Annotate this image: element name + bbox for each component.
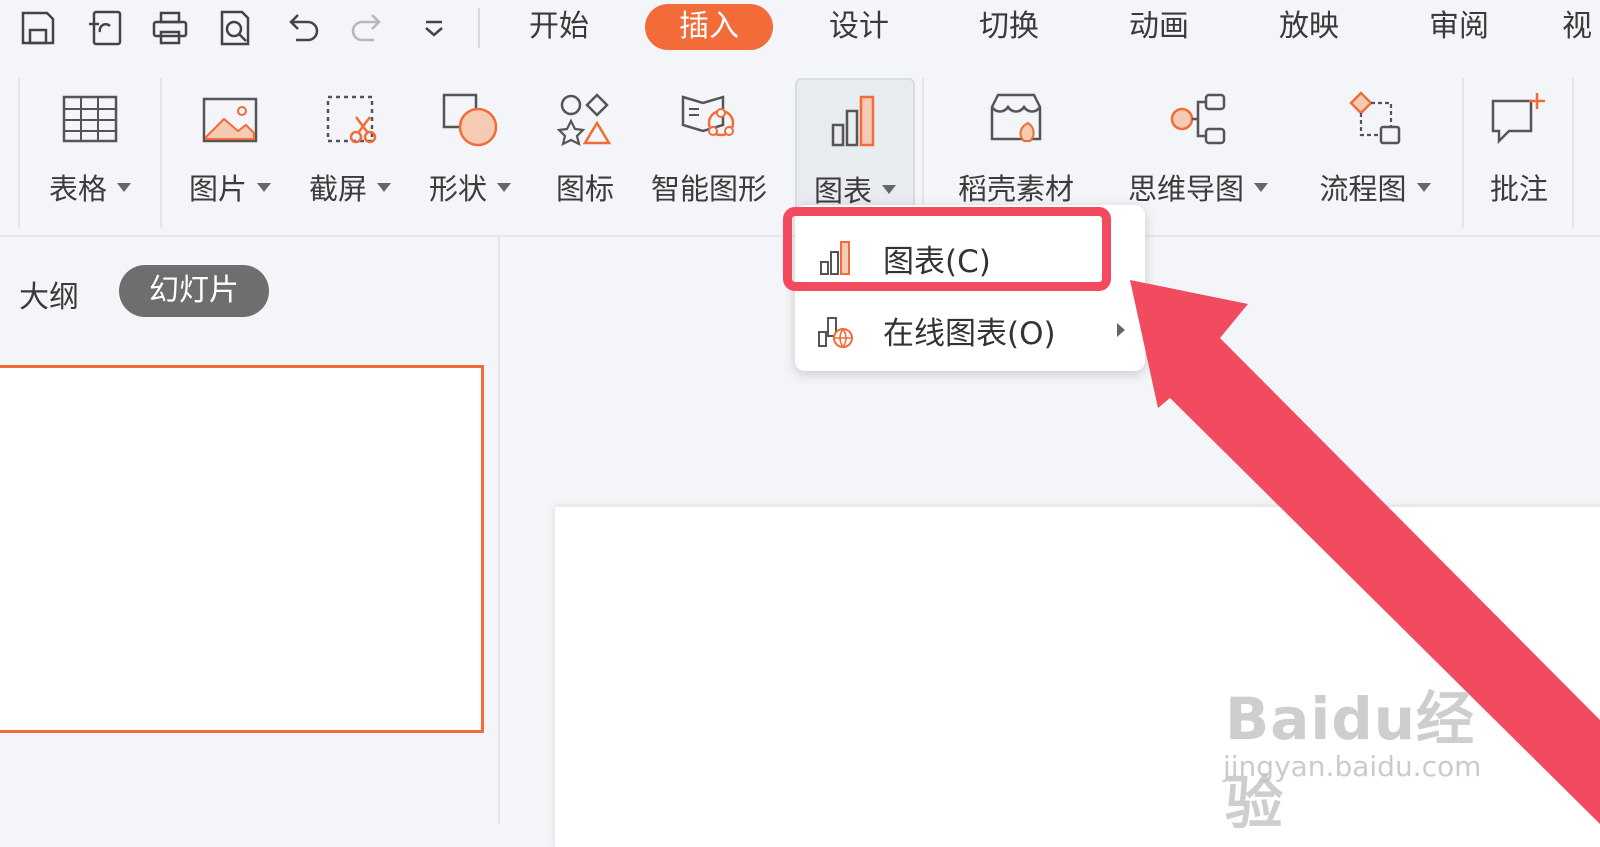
share-icon[interactable] [84,6,128,50]
icon-label: 图标 [555,172,614,206]
shape-button[interactable]: 形状 [420,78,520,208]
tab-view[interactable]: 视 [1562,4,1600,50]
flowchart-label: 流程图 [1319,172,1407,206]
comment-icon [1479,82,1559,156]
chevron-down-icon [497,182,511,192]
shape-icon [430,82,510,156]
icons-library-icon [545,82,625,156]
menu-item-online-chart[interactable]: 在线图表(O) [795,297,1145,363]
slide-thumbnail[interactable] [0,365,484,733]
store-icon [976,82,1056,156]
table-icon [50,82,130,156]
print-icon[interactable] [148,6,192,50]
shape-label: 形状 [428,172,487,206]
chart-button[interactable]: 图表 [795,78,915,212]
tab-review[interactable]: 审阅 [1412,4,1506,50]
chevron-down-icon [377,182,391,192]
smartart-label: 智能图形 [650,172,767,206]
screenshot-button[interactable]: 截屏 [300,78,400,208]
mindmap-button[interactable]: 思维导图 [1118,78,1278,208]
tab-outline[interactable]: 大纲 [19,272,79,316]
picture-icon [190,82,270,156]
watermark-url: jingyan.baidu.com [1223,750,1482,783]
table-label: 表格 [48,172,107,206]
chevron-down-icon [257,182,271,192]
tab-slides[interactable]: 幻灯片 [119,265,269,317]
table-button[interactable]: 表格 [40,78,140,208]
tab-animations[interactable]: 动画 [1112,4,1206,50]
tab-design[interactable]: 设计 [812,4,906,50]
mindmap-label: 思维导图 [1127,172,1244,206]
baidu-jingyan-watermark: Baidu经验 jingyan.baidu.com [1223,650,1525,837]
ribbon-separator [1462,78,1464,228]
screenshot-label: 截屏 [308,172,367,206]
tab-start[interactable]: 开始 [512,4,606,50]
smartart-button[interactable]: 智能图形 [644,78,774,208]
smartart-icon [669,82,749,156]
chart-label: 图表 [813,174,872,208]
picture-label: 图片 [188,172,247,206]
redo-icon[interactable] [346,6,390,50]
screenshot-icon [310,82,390,156]
print-preview-icon[interactable] [214,6,258,50]
icon-button[interactable]: 图标 [540,78,630,208]
quick-access-menu-bar: 开始 插入 设计 切换 动画 放映 审阅 视 [0,0,1600,58]
menu-item-online-chart-label: 在线图表(O) [883,315,1056,352]
save-icon[interactable] [16,6,60,50]
chevron-down-icon [882,184,896,194]
chevron-down-icon [1254,182,1268,192]
chart-icon [815,84,895,158]
tab-transitions[interactable]: 切换 [962,4,1056,50]
tab-insert[interactable]: 插入 [645,4,773,50]
tab-slideshow[interactable]: 放映 [1262,4,1356,50]
picture-button[interactable]: 图片 [180,78,280,208]
chevron-down-icon [1416,182,1431,192]
docer-assets-label: 稻壳素材 [957,172,1074,206]
ribbon-separator [160,78,162,228]
mindmap-icon [1158,82,1238,156]
flowchart-button[interactable]: 流程图 [1310,78,1440,208]
slides-panel: 大纲 幻灯片 [0,237,500,824]
flowchart-icon [1335,82,1415,156]
ribbon-separator [1572,78,1574,228]
separator [478,8,480,48]
undo-icon[interactable] [280,6,324,50]
docer-assets-button[interactable]: 稻壳素材 [946,78,1086,208]
submenu-arrow-icon [1117,323,1125,337]
comment-label: 批注 [1489,172,1548,206]
ribbon-separator [18,78,20,228]
customize-dropdown-icon[interactable] [412,6,456,50]
online-chart-icon [813,308,857,352]
annotation-highlight-box [783,207,1111,291]
comment-button[interactable]: 批注 [1474,78,1564,208]
chevron-down-icon [117,182,131,192]
